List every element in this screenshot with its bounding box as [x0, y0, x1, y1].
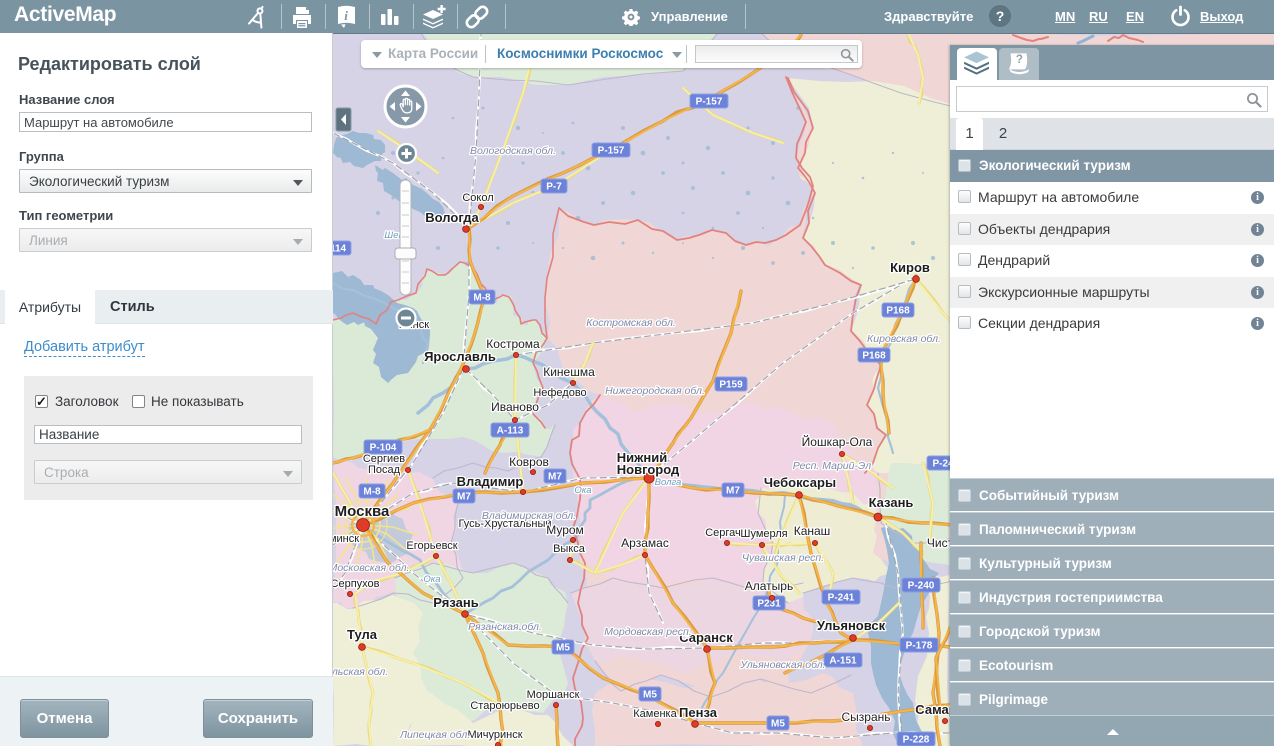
- svg-text:Сокол: Сокол: [462, 192, 493, 204]
- svg-text:Респ. Марий-Эл: Респ. Марий-Эл: [793, 460, 871, 472]
- svg-text:Р168: Р168: [886, 306, 910, 317]
- svg-text:Пенза: Пенза: [679, 705, 718, 720]
- svg-text:Ярославль: Ярославль: [424, 349, 496, 364]
- svg-text:Ульяновск: Ульяновск: [817, 618, 886, 633]
- svg-text:Серпухов: Серпухов: [333, 578, 380, 590]
- svg-text:Выкса: Выкса: [553, 543, 586, 555]
- svg-text:льская обл.: льская обл.: [333, 666, 388, 678]
- svg-text:Иваново: Иваново: [491, 400, 539, 414]
- svg-text:Тула: Тула: [347, 627, 378, 642]
- svg-text:Костромская обл.: Костромская обл.: [586, 317, 676, 329]
- svg-text:Нижегородская обл.: Нижегородская обл.: [605, 385, 705, 397]
- svg-text:Р-241: Р-241: [828, 593, 855, 604]
- svg-text:Ульяновская обл.: Ульяновская обл.: [739, 659, 825, 671]
- svg-text:Староюрьево: Староюрьево: [470, 700, 539, 712]
- svg-text:?: ?: [1016, 54, 1023, 66]
- svg-text:Р-157: Р-157: [696, 97, 723, 108]
- svg-text:Ковров: Ковров: [509, 455, 549, 469]
- svg-text:Алатырь: Алатырь: [745, 579, 793, 593]
- svg-text:Р159: Р159: [719, 380, 743, 391]
- svg-text:Вологодская обл.: Вологодская обл.: [470, 145, 556, 157]
- svg-text:Посад: Посад: [368, 464, 401, 476]
- svg-text:М5: М5: [556, 643, 570, 654]
- svg-text:Новгород: Новгород: [617, 462, 680, 477]
- svg-text:Ока: Ока: [574, 485, 591, 496]
- svg-text:Канаш: Канаш: [794, 524, 831, 538]
- svg-text:Кинешма: Кинешма: [543, 365, 595, 379]
- svg-text:А-113: А-113: [497, 426, 524, 437]
- svg-text:Липецкая обл.: Липецкая обл.: [399, 729, 470, 741]
- svg-text:Каменка: Каменка: [633, 708, 677, 720]
- svg-text:Р-228: Р-228: [903, 735, 930, 746]
- svg-text:Р-104: Р-104: [370, 443, 397, 454]
- svg-text:Р231: Р231: [757, 599, 781, 610]
- svg-text:М-8: М-8: [473, 293, 491, 304]
- svg-text:М7: М7: [548, 472, 562, 483]
- svg-text:i: i: [344, 8, 348, 23]
- svg-text:Кировская обл.: Кировская обл.: [867, 333, 941, 345]
- svg-text:М-8: М-8: [363, 487, 381, 498]
- svg-text:А-151: А-151: [829, 656, 857, 667]
- svg-text:Р-7: Р-7: [546, 182, 562, 193]
- svg-text:Р-240: Р-240: [908, 581, 935, 592]
- svg-text:Вологда: Вологда: [425, 210, 479, 225]
- svg-text:Волга: Волга: [655, 477, 682, 488]
- svg-text:Р-178: Р-178: [906, 641, 933, 652]
- svg-text:М5: М5: [643, 690, 657, 701]
- svg-text:Шумерля: Шумерля: [740, 528, 787, 540]
- svg-text:Мордовская респ.: Мордовская респ.: [604, 626, 691, 638]
- svg-text:минск: минск: [333, 533, 359, 545]
- svg-text:Московская обл.: Московская обл.: [333, 562, 409, 574]
- svg-text:М5: М5: [771, 719, 785, 730]
- svg-text:Р168: Р168: [862, 351, 886, 362]
- svg-text:Кострома: Кострома: [486, 337, 540, 351]
- svg-text:Р-157: Р-157: [598, 146, 625, 157]
- svg-text:Ока: Ока: [423, 574, 440, 585]
- svg-text:Чувашская респ.: Чувашская респ.: [742, 552, 824, 564]
- svg-text:Нефедово: Нефедово: [533, 387, 586, 399]
- svg-text:Егорьевск: Егорьевск: [406, 540, 457, 552]
- svg-text:М7: М7: [457, 492, 471, 503]
- svg-text:Рязанская обл.: Рязанская обл.: [468, 621, 542, 633]
- svg-text:М7: М7: [726, 486, 740, 497]
- svg-text:Арзамас: Арзамас: [621, 536, 669, 550]
- svg-text:Чебоксары: Чебоксары: [764, 475, 836, 490]
- svg-text:Владимирская обл.: Владимирская обл.: [482, 510, 576, 522]
- svg-text:Москва: Москва: [335, 503, 390, 520]
- svg-text:Муром: Муром: [546, 523, 584, 537]
- svg-text:114: 114: [333, 244, 347, 255]
- svg-text:Казань: Казань: [869, 495, 914, 510]
- svg-text:Сергач: Сергач: [705, 527, 741, 539]
- svg-text:Владимир: Владимир: [457, 474, 524, 489]
- svg-text:Сызрань: Сызрань: [841, 710, 890, 724]
- svg-text:Рязань: Рязань: [433, 595, 478, 610]
- svg-text:Киров: Киров: [890, 260, 930, 275]
- svg-text:Йошкар-Ола: Йошкар-Ола: [802, 434, 873, 449]
- svg-text:Мичуринск: Мичуринск: [467, 729, 522, 741]
